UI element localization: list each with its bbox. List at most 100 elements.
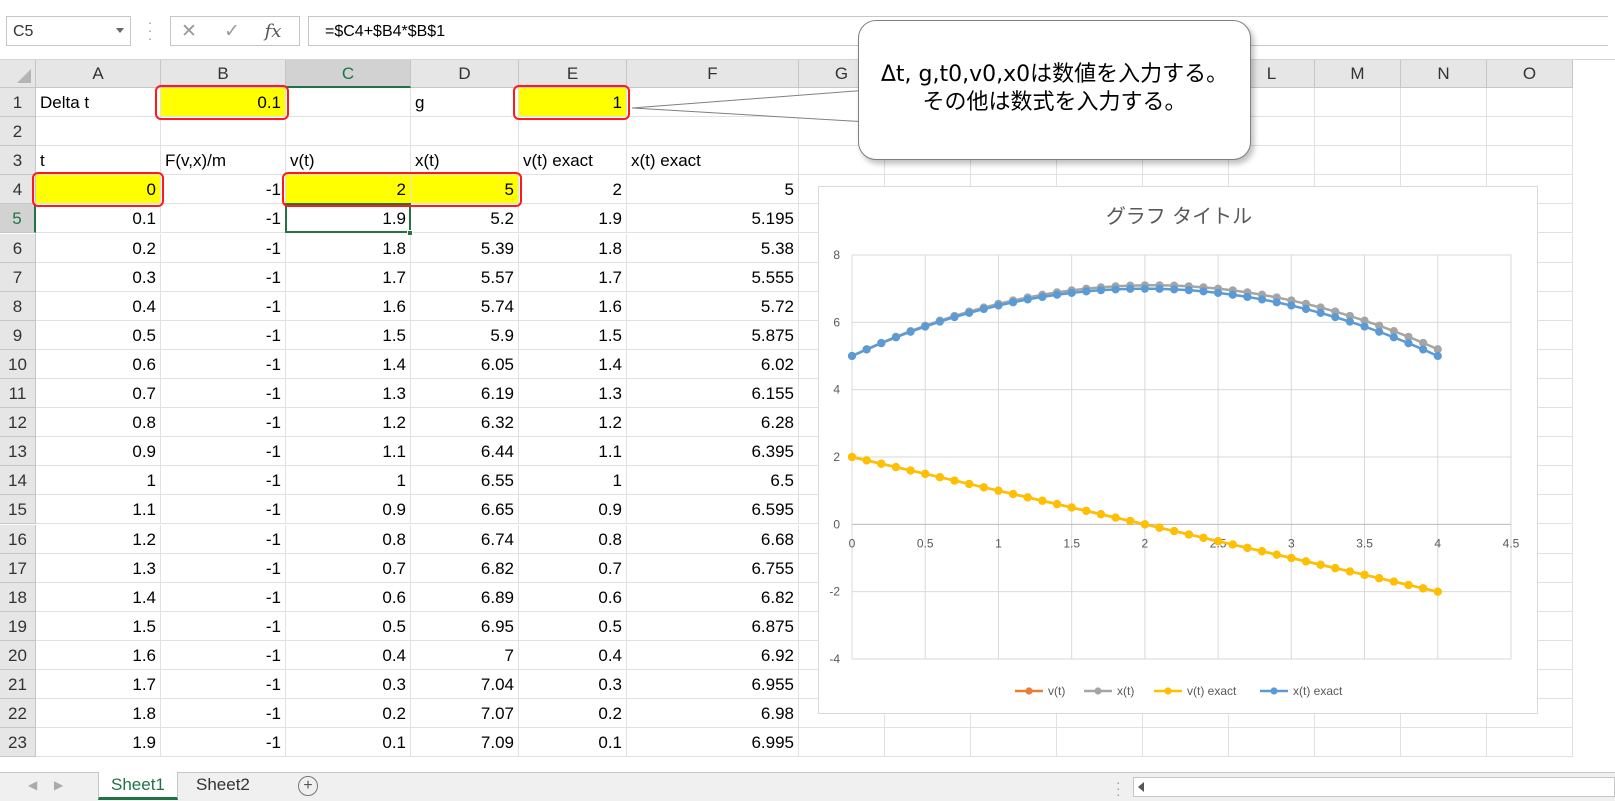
row-header-19[interactable]: 19	[0, 611, 36, 641]
cell-f13[interactable]: 6.395	[627, 437, 799, 467]
cell-d12[interactable]: 6.32	[411, 408, 519, 438]
cell-d21[interactable]: 7.04	[411, 670, 519, 700]
cell-f20[interactable]: 6.92	[627, 640, 799, 670]
cell-d4[interactable]: 5	[411, 175, 519, 205]
cell-n23[interactable]	[1401, 728, 1487, 758]
cell-b22[interactable]: -1	[161, 699, 286, 729]
cell-o1[interactable]	[1487, 88, 1573, 118]
cell-f23[interactable]: 6.995	[627, 728, 799, 758]
column-header-m[interactable]: M	[1315, 60, 1401, 88]
cell-f12[interactable]: 6.28	[627, 408, 799, 438]
select-all-button[interactable]	[0, 60, 36, 88]
cell-e22[interactable]: 0.2	[519, 699, 627, 729]
cell-c19[interactable]: 0.5	[286, 611, 411, 641]
cell-f8[interactable]: 5.72	[627, 291, 799, 321]
cell-m2[interactable]	[1315, 117, 1401, 147]
cell-e1[interactable]: 1	[519, 88, 627, 118]
cell-d14[interactable]: 6.55	[411, 466, 519, 496]
cell-b5[interactable]: -1	[161, 204, 286, 234]
cell-c15[interactable]: 0.9	[286, 495, 411, 525]
cell-e4[interactable]: 2	[519, 175, 627, 205]
column-header-c[interactable]: C	[286, 60, 411, 88]
cell-b15[interactable]: -1	[161, 495, 286, 525]
cell-d9[interactable]: 5.9	[411, 320, 519, 350]
cell-b18[interactable]: -1	[161, 582, 286, 612]
horizontal-scrollbar[interactable]	[1133, 777, 1615, 797]
cell-a17[interactable]: 1.3	[36, 553, 161, 583]
cell-b8[interactable]: -1	[161, 291, 286, 321]
cell-b4[interactable]: -1	[161, 175, 286, 205]
row-header-5[interactable]: 5	[0, 204, 36, 234]
cell-c18[interactable]: 0.6	[286, 582, 411, 612]
row-header-16[interactable]: 16	[0, 524, 36, 554]
cell-a18[interactable]: 1.4	[36, 582, 161, 612]
cell-a21[interactable]: 1.7	[36, 670, 161, 700]
cell-a6[interactable]: 0.2	[36, 233, 161, 263]
cell-f22[interactable]: 6.98	[627, 699, 799, 729]
row-header-4[interactable]: 4	[0, 175, 36, 205]
cell-f17[interactable]: 6.755	[627, 553, 799, 583]
cell-c10[interactable]: 1.4	[286, 349, 411, 379]
cell-a10[interactable]: 0.6	[36, 349, 161, 379]
cell-f5[interactable]: 5.195	[627, 204, 799, 234]
cell-c7[interactable]: 1.7	[286, 262, 411, 292]
cell-e6[interactable]: 1.8	[519, 233, 627, 263]
cell-e20[interactable]: 0.4	[519, 640, 627, 670]
cell-m1[interactable]	[1315, 88, 1401, 118]
more-options-icon[interactable]: · · ·	[146, 15, 154, 45]
cell-e13[interactable]: 1.1	[519, 437, 627, 467]
row-header-20[interactable]: 20	[0, 640, 36, 670]
cell-d7[interactable]: 5.57	[411, 262, 519, 292]
cell-f18[interactable]: 6.82	[627, 582, 799, 612]
cell-h23[interactable]	[885, 728, 971, 758]
cell-e11[interactable]: 1.3	[519, 379, 627, 409]
cell-e10[interactable]: 1.4	[519, 349, 627, 379]
cell-e5[interactable]: 1.9	[519, 204, 627, 234]
cell-a9[interactable]: 0.5	[36, 320, 161, 350]
cell-f21[interactable]: 6.955	[627, 670, 799, 700]
column-header-o[interactable]: O	[1487, 60, 1573, 88]
cell-a7[interactable]: 0.3	[36, 262, 161, 292]
cell-f19[interactable]: 6.875	[627, 611, 799, 641]
cell-b10[interactable]: -1	[161, 349, 286, 379]
scroll-left-icon[interactable]	[1138, 782, 1144, 792]
cell-d23[interactable]: 7.09	[411, 728, 519, 758]
cell-c16[interactable]: 0.8	[286, 524, 411, 554]
cell-b3[interactable]: F(v,x)/m	[161, 146, 286, 176]
cell-d3[interactable]: x(t)	[411, 146, 519, 176]
tab-sheet1[interactable]: Sheet1	[98, 772, 178, 800]
cell-i23[interactable]	[971, 728, 1057, 758]
cell-e14[interactable]: 1	[519, 466, 627, 496]
cell-e16[interactable]: 0.8	[519, 524, 627, 554]
cell-g23[interactable]	[799, 728, 885, 758]
cell-e8[interactable]: 1.6	[519, 291, 627, 321]
cell-b21[interactable]: -1	[161, 670, 286, 700]
cell-a19[interactable]: 1.5	[36, 611, 161, 641]
cell-c3[interactable]: v(t)	[286, 146, 411, 176]
row-header-3[interactable]: 3	[0, 146, 36, 176]
cell-d19[interactable]: 6.95	[411, 611, 519, 641]
cell-a8[interactable]: 0.4	[36, 291, 161, 321]
column-header-a[interactable]: A	[36, 60, 161, 88]
cell-b7[interactable]: -1	[161, 262, 286, 292]
cell-a23[interactable]: 1.9	[36, 728, 161, 758]
cell-o23[interactable]	[1487, 728, 1573, 758]
cell-c9[interactable]: 1.5	[286, 320, 411, 350]
cell-f16[interactable]: 6.68	[627, 524, 799, 554]
cell-c17[interactable]: 0.7	[286, 553, 411, 583]
cell-b12[interactable]: -1	[161, 408, 286, 438]
cell-f2[interactable]	[627, 117, 799, 147]
cell-c12[interactable]: 1.2	[286, 408, 411, 438]
cell-c2[interactable]	[286, 117, 411, 147]
cell-e7[interactable]: 1.7	[519, 262, 627, 292]
chevron-down-icon[interactable]	[116, 28, 124, 33]
row-header-17[interactable]: 17	[0, 553, 36, 583]
cell-l23[interactable]	[1229, 728, 1315, 758]
cell-b20[interactable]: -1	[161, 640, 286, 670]
cell-b19[interactable]: -1	[161, 611, 286, 641]
row-header-1[interactable]: 1	[0, 88, 36, 118]
cell-a12[interactable]: 0.8	[36, 408, 161, 438]
cell-b11[interactable]: -1	[161, 379, 286, 409]
cell-d16[interactable]: 6.74	[411, 524, 519, 554]
row-header-15[interactable]: 15	[0, 495, 36, 525]
